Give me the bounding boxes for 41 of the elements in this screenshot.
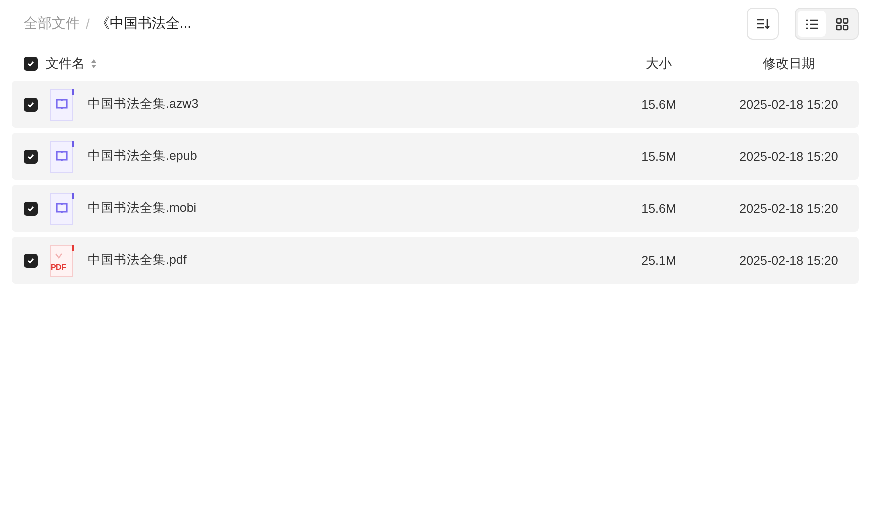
sort-icon[interactable] [91, 59, 97, 69]
modified-date: 2025-02-18 15:20 [740, 98, 838, 112]
file-row[interactable]: 中国书法全集.azw3 15.6M 2025-02-18 15:20 [12, 81, 859, 128]
ebook-file-icon [49, 140, 75, 172]
checkbox[interactable] [24, 254, 38, 268]
column-header: 修改日期 [763, 56, 815, 71]
file-name: 中国书法全集.epub [88, 149, 198, 163]
file-name: 中国书法全集.pdf [88, 253, 187, 267]
checkbox[interactable] [24, 150, 38, 164]
file-size: 15.6M [642, 98, 676, 112]
file-row[interactable]: 中国书法全集.mobi 15.6M 2025-02-18 15:20 [12, 185, 859, 232]
list-icon [806, 18, 818, 30]
check-icon [27, 100, 35, 108]
checkbox[interactable] [24, 202, 38, 216]
file-name: 中国书法全集.mobi [88, 201, 197, 215]
checkbox[interactable] [24, 98, 38, 112]
file-row[interactable]: PDF 中国书法全集.pdf 25.1M 2025-02-18 15:20 [12, 237, 859, 284]
check-icon [27, 256, 35, 264]
breadcrumb-separator: / [86, 16, 90, 32]
file-size: 15.5M [642, 150, 676, 164]
file-name: 中国书法全集.azw3 [88, 97, 199, 111]
ebook-file-icon [49, 192, 75, 224]
check-icon [27, 60, 35, 68]
file-size: 15.6M [642, 202, 676, 216]
checkbox[interactable] [24, 57, 38, 71]
sort-button[interactable] [747, 8, 779, 40]
current-folder[interactable]: 《中国书法全... [96, 15, 192, 33]
file-row[interactable]: 中国书法全集.epub 15.5M 2025-02-18 15:20 [12, 133, 859, 180]
file-size: 25.1M [642, 254, 676, 268]
column-header: 大小 [646, 56, 672, 71]
pdf-file-icon: PDF [49, 244, 75, 276]
check-icon [27, 204, 35, 212]
modified-date: 2025-02-18 15:20 [740, 254, 838, 268]
grid-icon [836, 18, 848, 30]
ebook-file-icon [49, 88, 75, 120]
modified-date: 2025-02-18 15:20 [740, 150, 838, 164]
modified-date: 2025-02-18 15:20 [740, 202, 838, 216]
sort-icon [756, 18, 770, 30]
column-header[interactable]: 文件名 [46, 55, 85, 73]
list-view-button[interactable] [798, 11, 826, 37]
check-icon [27, 152, 35, 160]
